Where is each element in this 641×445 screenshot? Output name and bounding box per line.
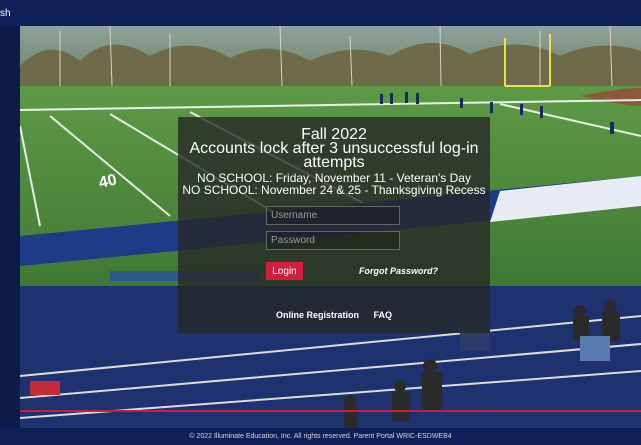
language-selector[interactable]: sh — [0, 8, 11, 19]
no-school-thanksgiving: NO SCHOOL: November 24 & 25 - Thanksgivi… — [182, 183, 486, 197]
username-input[interactable] — [266, 206, 400, 225]
faq-link[interactable]: FAQ — [374, 310, 393, 320]
lockout-warning: Accounts lock after 3 unsuccessful log-i… — [189, 140, 479, 171]
login-button[interactable]: Login — [266, 262, 303, 280]
red-divider — [20, 410, 641, 412]
login-panel: Fall 2022 Accounts lock after 3 unsucces… — [178, 117, 490, 333]
svg-text:40: 40 — [97, 172, 118, 192]
announcement: Fall 2022 Accounts lock after 3 unsucces… — [178, 127, 490, 197]
bottom-links: Online Registration FAQ — [178, 310, 490, 320]
copyright-text: © 2022 Illuminate Education, Inc. All ri… — [189, 433, 452, 440]
forgot-password-link[interactable]: Forgot Password? — [359, 266, 438, 276]
online-registration-link[interactable]: Online Registration — [276, 310, 359, 320]
top-bar: sh — [0, 0, 641, 26]
footer: © 2022 Illuminate Education, Inc. All ri… — [0, 428, 641, 445]
password-input[interactable] — [266, 231, 400, 250]
